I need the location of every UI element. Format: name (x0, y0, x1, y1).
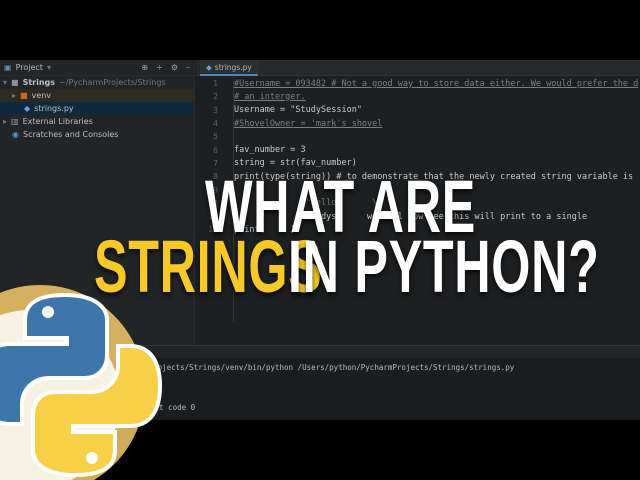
tree-label: Strings (22, 78, 56, 87)
code-text: # an interger. (234, 91, 306, 102)
code-text: #Username = 093482 # Not a good way to s… (234, 78, 639, 89)
folder-icon: ■ (11, 78, 19, 87)
code-line: 3 Username = "StudySession" (196, 104, 640, 117)
code-line: 4 #ShovelOwner = 'mark's shovel (196, 117, 640, 130)
collapse-icon[interactable]: ÷ (156, 63, 163, 72)
run-command: armProjects/Strings/venv/bin/python /Use… (135, 363, 515, 372)
code-line: 2 # an interger. (196, 90, 640, 103)
project-icon: ▣ (4, 63, 12, 72)
project-title: Project (15, 63, 43, 72)
tree-item-external-libraries[interactable]: ▸ ▥ External Libraries (0, 115, 194, 128)
tree-item-strings-py[interactable]: ◆ strings.py (0, 102, 194, 115)
line-number: 5 (213, 132, 218, 142)
code-text: #ShovelOwner = 'mark's shovel (234, 118, 383, 129)
line-number: 6 (213, 145, 218, 155)
tree-label: External Libraries (22, 117, 93, 126)
tab-label: strings.py (214, 62, 252, 72)
code-text: Username = "StudySession" (234, 105, 362, 116)
code-line: 6 fav_number = 3 (196, 143, 640, 156)
tab-strings-py[interactable]: ◆ strings.py (200, 60, 258, 76)
expand-icon: ▸ (3, 117, 8, 126)
library-icon: ▥ (11, 117, 19, 126)
tree-item-strings[interactable]: ▾ ■ Strings ~/PycharmProjects/Strings (0, 76, 194, 89)
editor-tabs: ◆ strings.py (196, 60, 640, 76)
tree-item-scratches[interactable]: ◉ Scratches and Consoles (0, 128, 194, 141)
tree-label: venv (31, 91, 52, 100)
line-number: 4 (213, 119, 218, 129)
gear-icon[interactable]: ⚙ (171, 63, 178, 72)
line-number: 1 (213, 79, 218, 89)
project-panel-header[interactable]: ▣ Project ▾ ⊕ ÷ ⚙ – (0, 60, 194, 76)
tree-label: Scratches and Consoles (22, 130, 119, 139)
tree-path: ~/PycharmProjects/Strings (59, 78, 166, 87)
code-line: 1 #Username = 093482 # Not a good way to … (196, 77, 640, 90)
code-text: fav_number = 3 (234, 145, 306, 156)
chevron-down-icon[interactable]: ▾ (47, 63, 51, 72)
scratches-icon: ◉ (12, 130, 19, 139)
python-file-icon: ◆ (24, 104, 31, 113)
line-number: 3 (213, 105, 218, 115)
title-line-2: IN PYTHON? (288, 225, 600, 308)
code-line: 5 (196, 130, 640, 143)
locate-icon[interactable]: ⊕ (141, 63, 148, 72)
line-number: 2 (213, 92, 218, 102)
minimize-icon[interactable]: – (186, 63, 190, 72)
folder-icon: ■ (20, 91, 28, 100)
tree-label: strings.py (34, 104, 74, 113)
python-file-icon: ◆ (206, 62, 212, 72)
expand-icon: ▾ (3, 78, 8, 87)
expand-icon: ▸ (12, 91, 17, 100)
tree-item-venv[interactable]: ▸ ■ venv (0, 89, 194, 102)
python-logo (0, 285, 163, 480)
